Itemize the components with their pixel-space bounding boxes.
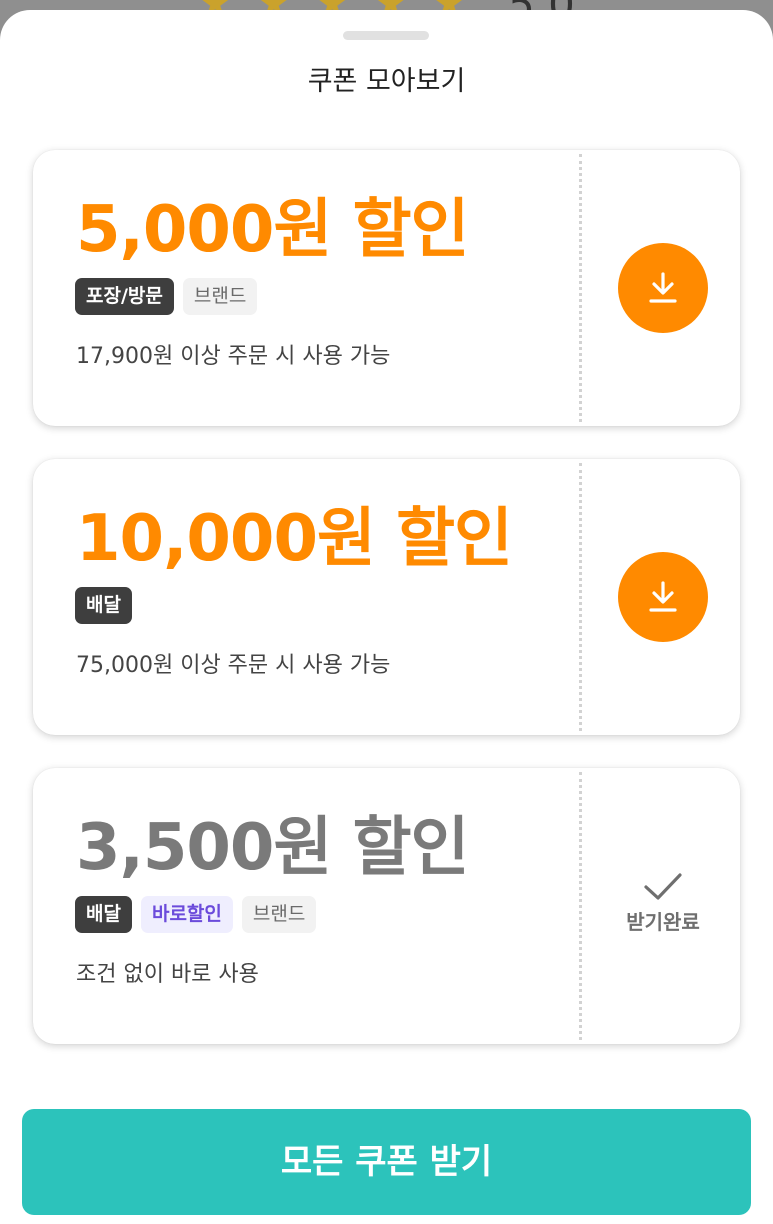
coupon-tag: 브랜드 (182, 278, 258, 315)
sheet-title: 쿠폰 모아보기 (307, 66, 466, 97)
coupon-perforation (579, 772, 582, 1040)
coupon-perforation (579, 154, 582, 422)
coupon-amount: 10,000원 할인 (76, 502, 513, 576)
check-icon (644, 873, 682, 900)
get-all-coupons-button[interactable]: 모든 쿠폰 받기 (22, 1109, 751, 1215)
sheet-drag-handle[interactable] (343, 31, 429, 40)
coupon-tag: 브랜드 (241, 896, 317, 933)
coupon-tags: 포장/방문 브랜드 (75, 278, 258, 315)
download-coupon-button[interactable] (618, 243, 708, 333)
download-coupon-button[interactable] (618, 552, 708, 642)
coupon-tags: 배달 바로할인 브랜드 (75, 896, 317, 933)
download-icon (649, 581, 677, 612)
coupon-tag: 배달 (75, 896, 132, 933)
coupon-condition: 75,000원 이상 주문 시 사용 가능 (76, 653, 391, 678)
coupon-tag: 포장/방문 (75, 278, 174, 315)
coupon-amount: 5,000원 할인 (76, 193, 469, 267)
coupon-tags: 배달 (75, 587, 132, 624)
coupon-card: 5,000원 할인 포장/방문 브랜드 17,900원 이상 주문 시 사용 가… (33, 150, 740, 426)
coupon-condition: 17,900원 이상 주문 시 사용 가능 (76, 344, 391, 369)
coupon-condition: 조건 없이 바로 사용 (76, 962, 259, 987)
coupon-received-status: 받기완료 (603, 872, 723, 935)
coupon-card: 3,500원 할인 배달 바로할인 브랜드 조건 없이 바로 사용 받기완료 (33, 768, 740, 1044)
coupon-tag: 바로할인 (140, 896, 233, 933)
received-label: 받기완료 (626, 910, 700, 934)
coupon-card: 10,000원 할인 배달 75,000원 이상 주문 시 사용 가능 (33, 459, 740, 735)
download-icon (649, 272, 677, 303)
coupon-bottom-sheet: 쿠폰 모아보기 5,000원 할인 포장/방문 브랜드 17,900원 이상 주… (0, 10, 773, 1224)
coupon-perforation (579, 463, 582, 731)
coupon-amount: 3,500원 할인 (76, 811, 469, 885)
coupon-tag: 배달 (75, 587, 132, 624)
